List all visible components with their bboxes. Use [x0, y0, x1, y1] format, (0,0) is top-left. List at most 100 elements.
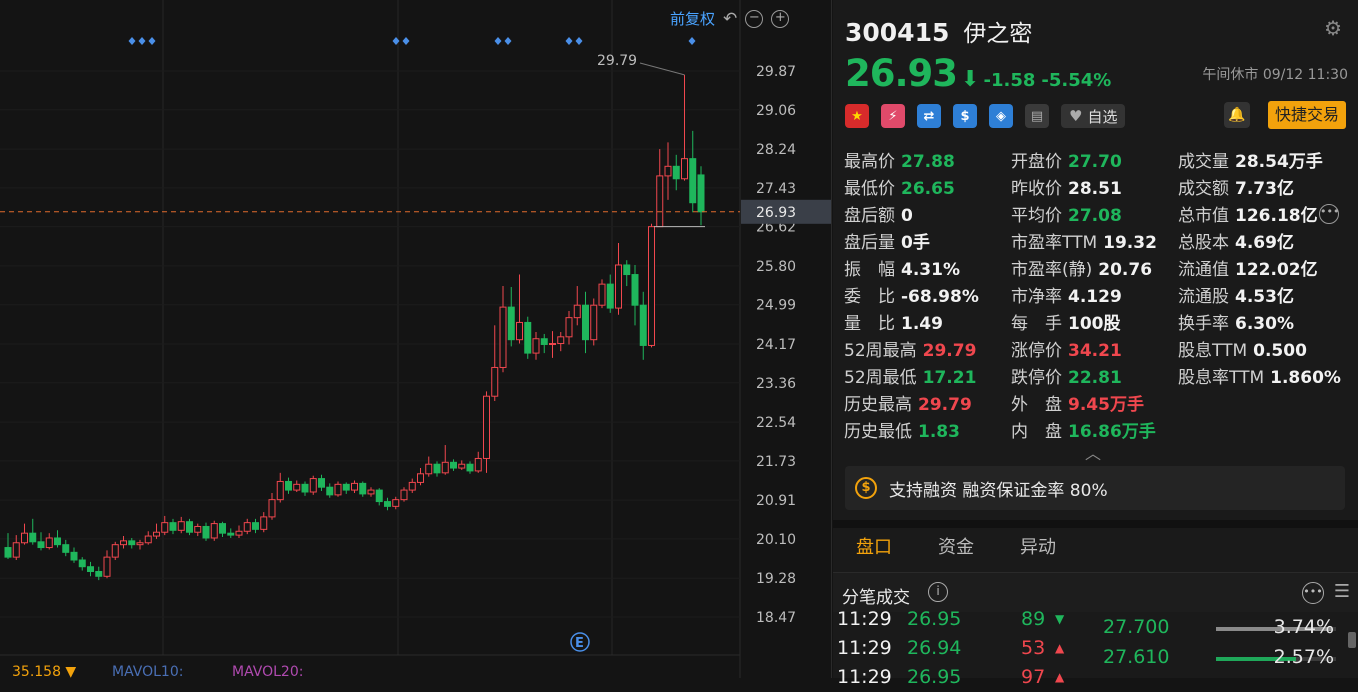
stat-value: 1.49 — [901, 314, 943, 334]
candle-body — [450, 461, 457, 469]
stat-value: 22.81 — [1068, 368, 1122, 388]
high-price-label: 29.79 — [597, 53, 637, 69]
stat-item: 涨停价 34.21 — [1011, 336, 1122, 361]
tag-icon[interactable]: ◈ — [989, 104, 1013, 128]
stat-label: 开盘价 — [1011, 152, 1062, 172]
tab-capital[interactable]: 资金 — [915, 528, 997, 568]
tick-price: 26.95 — [907, 666, 962, 688]
stat-label: 内 盘 — [1011, 422, 1062, 442]
bell-icon[interactable]: 🔔 — [1224, 102, 1250, 128]
candle-body — [153, 531, 160, 537]
candle-body — [268, 499, 276, 518]
gear-icon[interactable]: ⚙ — [1324, 16, 1342, 40]
event-marker-icon — [128, 37, 136, 45]
event-marker-icon — [494, 37, 502, 45]
document-icon[interactable]: ▤ — [1025, 104, 1049, 128]
stock-name: 伊之密 — [963, 21, 1033, 47]
y-tick-label: 22.54 — [756, 415, 796, 431]
tab-anomaly[interactable]: 异动 — [997, 528, 1079, 568]
stat-item: 最高价 27.88 — [844, 147, 955, 172]
stat-item: 盘后量 0手 — [844, 228, 930, 253]
dollar-icon[interactable]: $ — [953, 104, 977, 128]
volume-indicator-label: MAVOL10: — [112, 664, 183, 678]
list-icon[interactable]: ☰ — [1334, 581, 1350, 602]
margin-info-banner[interactable]: $ 支持融资 融资保证金率 80% — [845, 466, 1345, 510]
candle-body — [210, 523, 218, 539]
stat-item: 外 盘 9.45万手 — [1011, 390, 1144, 415]
candle-body — [161, 522, 169, 533]
candle-body — [359, 482, 367, 495]
add-watchlist-button[interactable]: ♥ 自选 — [1061, 104, 1126, 128]
stat-item: 盘后额 0 — [844, 201, 913, 226]
candle-body — [648, 226, 655, 346]
candle-body — [301, 483, 309, 493]
stat-value: 26.65 — [901, 179, 955, 199]
up-triangle-icon: ▲ — [1055, 670, 1065, 684]
stat-item: 股息TTM 0.500 — [1178, 336, 1307, 361]
china-flag-icon[interactable]: ★ — [845, 104, 869, 128]
price-change-pct: -5.54% — [1041, 70, 1112, 91]
candle-body — [318, 478, 325, 488]
candle-body — [136, 542, 144, 546]
candle-body — [54, 537, 61, 546]
zoom-in-icon[interactable]: + — [771, 9, 790, 28]
tab-orderbook[interactable]: 盘口 — [833, 528, 915, 568]
add-watchlist-label: 自选 — [1087, 107, 1118, 126]
adjust-mode-button[interactable]: 前复权 — [670, 8, 715, 29]
stat-value: 1.860% — [1270, 368, 1341, 388]
stat-item: 52周最高 29.79 — [844, 336, 976, 361]
info-icon[interactable]: i — [928, 582, 948, 602]
shuffle-icon[interactable]: ⇄ — [917, 104, 941, 128]
more-options-icon[interactable]: ••• — [1319, 204, 1339, 224]
stat-item: 内 盘 16.86万手 — [1011, 417, 1156, 442]
candle-body — [78, 559, 86, 568]
stat-item: 跌停价 22.81 — [1011, 363, 1122, 388]
stat-label: 流通值 — [1178, 260, 1229, 280]
candle-body — [474, 457, 482, 472]
y-tick-label: 25.80 — [756, 259, 796, 275]
stat-value: 29.79 — [922, 341, 977, 361]
stat-label: 历史最低 — [844, 422, 912, 442]
stat-label: 昨收价 — [1011, 179, 1062, 199]
stat-label: 股息率TTM — [1178, 368, 1265, 388]
kline-chart[interactable]: 29.8729.0628.2427.4326.6225.8024.9924.17… — [0, 0, 832, 678]
last-price-label: 26.93 — [756, 205, 796, 221]
ticks-title: 分笔成交 — [842, 588, 910, 608]
candle-body — [128, 540, 136, 546]
candle-body — [697, 174, 705, 213]
undo-icon[interactable]: ↶ — [723, 9, 737, 29]
collapse-caret-icon[interactable]: ︿ — [1085, 440, 1101, 464]
scrollbar[interactable] — [1348, 632, 1356, 648]
candle-body — [177, 521, 185, 531]
more-icon[interactable]: ••• — [1302, 582, 1324, 604]
stat-label: 流通股 — [1178, 287, 1229, 307]
stat-item: 量 比 1.49 — [844, 309, 943, 334]
stat-label: 每 手 — [1011, 314, 1062, 334]
stat-label: 52周最低 — [844, 368, 917, 388]
quick-trade-button[interactable]: 快捷交易 — [1267, 101, 1346, 129]
candle-body — [565, 317, 573, 338]
lightning-icon[interactable]: ⚡ — [881, 104, 905, 128]
candle-body — [62, 544, 70, 553]
tick-time: 11:29 — [837, 666, 892, 688]
candle-body — [557, 336, 565, 345]
stat-item: 市净率 4.129 — [1011, 282, 1122, 307]
distribution-price: 27.700 — [1103, 616, 1170, 638]
candle-body — [656, 175, 664, 228]
candle-body — [235, 530, 243, 536]
stat-label: 外 盘 — [1011, 395, 1062, 415]
zoom-out-icon[interactable]: − — [745, 9, 764, 28]
candle-body — [202, 525, 210, 539]
market-status: 午间休市 09/12 11:30 — [1202, 67, 1348, 83]
stat-label: 最高价 — [844, 152, 895, 172]
stat-item: 最低价 26.65 — [844, 174, 955, 199]
stat-item: 流通股 4.53亿 — [1178, 282, 1294, 307]
candle-body — [111, 544, 119, 558]
candle-body — [598, 283, 606, 306]
y-tick-label: 20.10 — [756, 532, 796, 548]
candle-body — [375, 489, 383, 503]
stat-item: 流通值 122.02亿 — [1178, 255, 1318, 280]
kline-chart-pane[interactable]: 29.87 29.06 28.24 27.43 26.62 25.80 24.99 24.17… — [0, 0, 832, 678]
candle-body — [458, 463, 466, 469]
candle-body — [540, 338, 548, 345]
